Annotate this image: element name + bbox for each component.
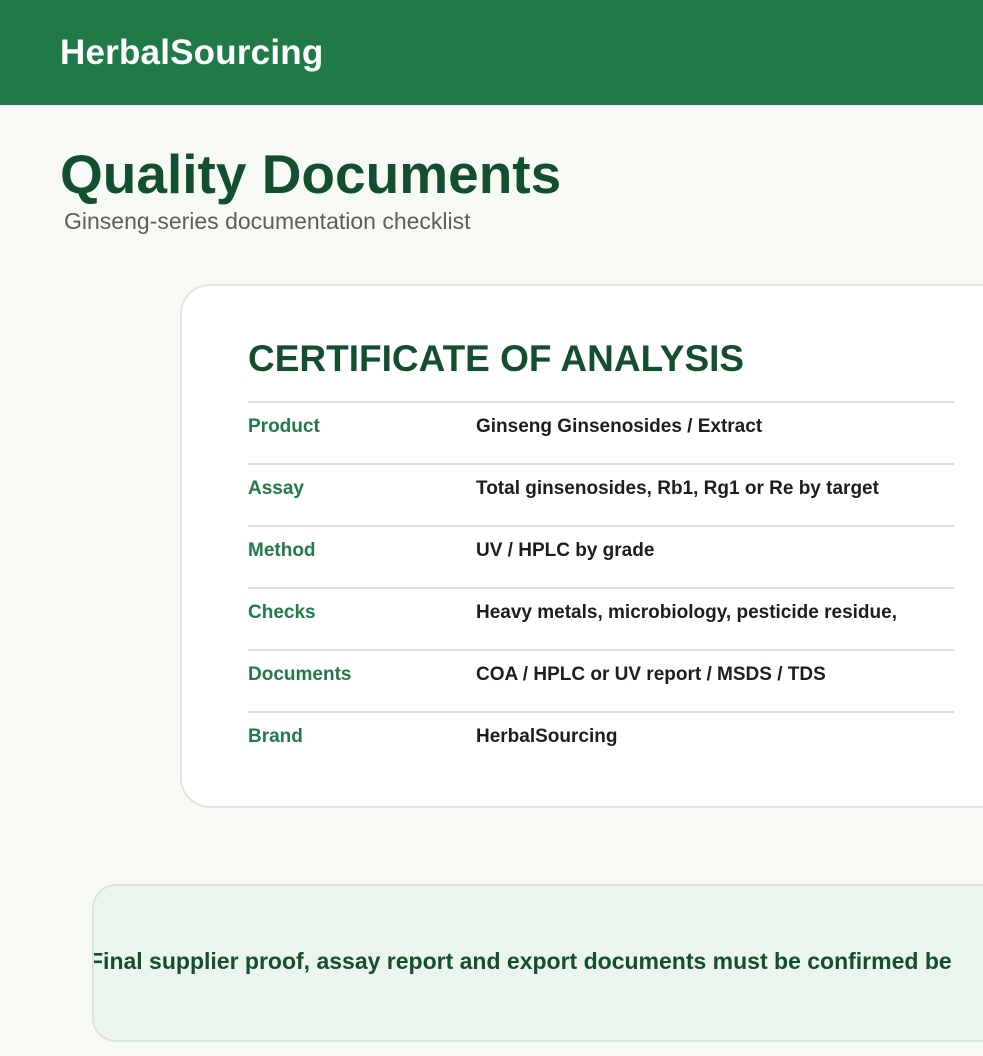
certificate-row-assay: Assay Total ginsenosides, Rb1, Rg1 or Re… xyxy=(248,463,954,525)
certificate-title: CERTIFICATE OF ANALYSIS xyxy=(248,338,745,379)
row-value: Heavy metals, microbiology, pesticide re… xyxy=(476,602,897,623)
notice-text: Final supplier proof, assay report and e… xyxy=(92,948,952,974)
row-label: Assay xyxy=(248,478,304,499)
certificate-row-documents: Documents COA / HPLC or UV report / MSDS… xyxy=(248,649,954,711)
brand-logo-text[interactable]: HerbalSourcing xyxy=(60,33,323,73)
top-header-bar: HerbalSourcing xyxy=(0,0,983,105)
row-value: HerbalSourcing xyxy=(476,726,618,747)
page-subtitle: Ginseng-series documentation checklist xyxy=(64,208,471,234)
row-value: Ginseng Ginsenosides / Extract xyxy=(476,416,763,437)
certificate-row-product: Product Ginseng Ginsenosides / Extract xyxy=(248,401,954,463)
certificate-row-checks: Checks Heavy metals, microbiology, pesti… xyxy=(248,587,954,649)
certificate-row-method: Method UV / HPLC by grade xyxy=(248,525,954,587)
row-label: Documents xyxy=(248,664,352,685)
certificate-row-brand: Brand HerbalSourcing xyxy=(248,711,954,773)
row-label: Brand xyxy=(248,726,303,747)
certificate-rows: Product Ginseng Ginsenosides / Extract A… xyxy=(248,401,954,773)
row-value: UV / HPLC by grade xyxy=(476,540,655,561)
row-label: Method xyxy=(248,540,316,561)
certificate-card: CERTIFICATE OF ANALYSIS Product Ginseng … xyxy=(180,284,983,808)
row-value: COA / HPLC or UV report / MSDS / TDS xyxy=(476,664,826,685)
notice-box: Final supplier proof, assay report and e… xyxy=(92,884,983,1042)
row-label: Product xyxy=(248,416,320,437)
row-label: Checks xyxy=(248,602,316,623)
page-title: Quality Documents xyxy=(60,143,562,205)
row-value: Total ginsenosides, Rb1, Rg1 or Re by ta… xyxy=(476,478,879,499)
